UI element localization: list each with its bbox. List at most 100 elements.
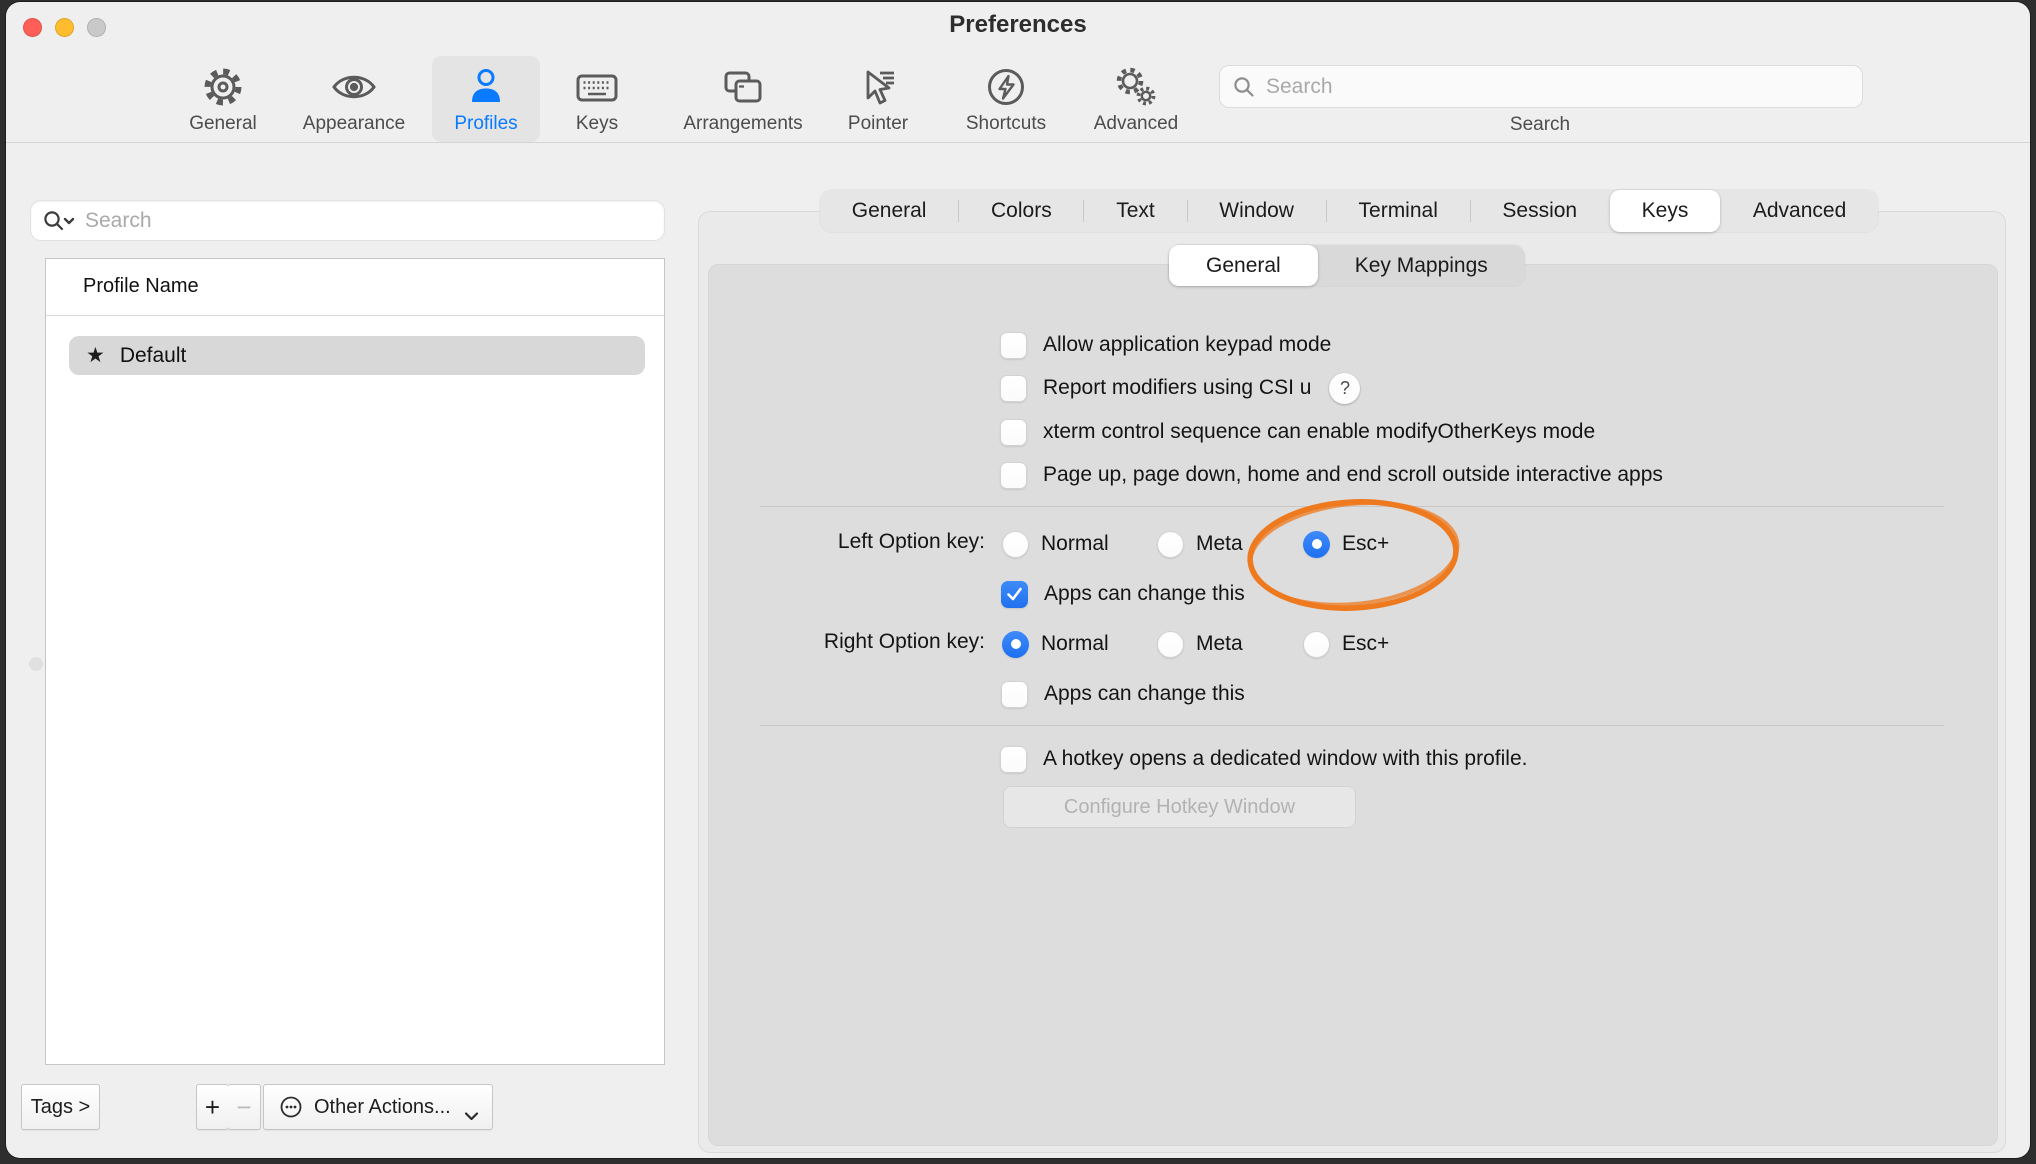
toolbar-search-field[interactable] bbox=[1219, 65, 1863, 108]
tab-keys[interactable]: Keys bbox=[1610, 190, 1720, 232]
person-icon bbox=[464, 63, 508, 111]
toolbar-item-arrangements[interactable]: Arrangements bbox=[663, 56, 823, 142]
radio-icon bbox=[1157, 531, 1184, 558]
keys-general-pane: Allow application keypad mode Report mod… bbox=[708, 264, 1998, 1146]
checkbox-label: Allow application keypad mode bbox=[1043, 333, 1331, 357]
toolbar-label: Appearance bbox=[303, 113, 405, 135]
checkbox-row: Apps can change this bbox=[1001, 680, 1245, 708]
tab-general[interactable]: General bbox=[820, 190, 958, 232]
toolbar-item-shortcuts[interactable]: Shortcuts bbox=[946, 56, 1066, 142]
profile-row-default[interactable]: ★ Default bbox=[69, 336, 645, 375]
section-divider bbox=[760, 506, 1944, 507]
checkbox-modifyotherkeys[interactable] bbox=[1000, 419, 1027, 446]
checkbox-page-scroll-outside[interactable] bbox=[1000, 462, 1027, 489]
profile-search-field[interactable] bbox=[30, 200, 665, 241]
lightning-icon bbox=[984, 63, 1028, 111]
toolbar-item-pointer[interactable]: Pointer bbox=[823, 56, 933, 142]
checkbox-left-apps-can-change[interactable] bbox=[1001, 581, 1028, 608]
minus-icon: − bbox=[236, 1092, 251, 1123]
window-title: Preferences bbox=[6, 11, 2030, 39]
tab-window[interactable]: Window bbox=[1188, 190, 1326, 232]
toolbar-label: Arrangements bbox=[683, 113, 802, 135]
checkbox-label: Report modifiers using CSI u bbox=[1043, 376, 1311, 400]
check-icon bbox=[1006, 587, 1023, 601]
toolbar-search-caption: Search bbox=[1440, 114, 1640, 136]
star-icon: ★ bbox=[86, 343, 105, 368]
chevron-down-icon bbox=[464, 1104, 479, 1127]
gears-icon bbox=[1113, 63, 1159, 111]
checkbox-row: xterm control sequence can enable modify… bbox=[1000, 418, 1595, 446]
toolbar-item-keys[interactable]: Keys bbox=[552, 56, 642, 142]
radio-left-normal[interactable]: Normal bbox=[1002, 530, 1109, 558]
add-profile-button[interactable]: + bbox=[196, 1084, 229, 1130]
plus-icon: + bbox=[205, 1092, 220, 1123]
toolbar-item-appearance[interactable]: Appearance bbox=[289, 56, 419, 142]
list-header-divider bbox=[46, 315, 664, 316]
tags-button-label: Tags > bbox=[31, 1096, 90, 1119]
toolbar-label: General bbox=[189, 113, 257, 135]
radio-icon bbox=[1002, 531, 1029, 558]
gear-icon bbox=[201, 63, 245, 111]
radio-label: Esc+ bbox=[1342, 632, 1389, 656]
radio-left-meta[interactable]: Meta bbox=[1157, 530, 1243, 558]
subtab-general[interactable]: General bbox=[1169, 245, 1318, 286]
toolbar-search-input[interactable] bbox=[1266, 75, 1850, 99]
profile-list-header: Profile Name bbox=[83, 275, 199, 298]
checkbox-report-csi-u[interactable] bbox=[1000, 375, 1027, 402]
radio-left-esc[interactable]: Esc+ bbox=[1303, 530, 1389, 558]
tab-text[interactable]: Text bbox=[1084, 190, 1186, 232]
checkbox-hotkey-window[interactable] bbox=[1000, 746, 1027, 773]
checkbox-row: Page up, page down, home and end scroll … bbox=[1000, 461, 1663, 489]
tags-button[interactable]: Tags > bbox=[21, 1084, 100, 1130]
checkbox-row: Apps can change this bbox=[1001, 580, 1245, 608]
section-divider bbox=[760, 725, 1944, 726]
profile-name: Default bbox=[120, 344, 187, 368]
radio-right-esc[interactable]: Esc+ bbox=[1303, 630, 1389, 658]
configure-hotkey-window-button[interactable]: Configure Hotkey Window bbox=[1003, 786, 1356, 828]
checkbox-label: xterm control sequence can enable modify… bbox=[1043, 420, 1595, 444]
checkbox-label: Apps can change this bbox=[1044, 682, 1245, 706]
left-option-key-label: Left Option key: bbox=[708, 530, 985, 554]
radio-icon bbox=[1303, 631, 1330, 658]
toolbar-label: Pointer bbox=[848, 113, 908, 135]
checkbox-label: Apps can change this bbox=[1044, 582, 1245, 606]
radio-icon bbox=[1303, 531, 1330, 558]
checkbox-row: A hotkey opens a dedicated window with t… bbox=[1000, 745, 1527, 773]
toolbar-label: Profiles bbox=[454, 113, 517, 135]
preferences-window: Preferences General Appearance bbox=[6, 2, 2030, 1158]
cursor-icon bbox=[856, 63, 900, 111]
tab-advanced[interactable]: Advanced bbox=[1721, 190, 1878, 232]
radio-right-meta[interactable]: Meta bbox=[1157, 630, 1243, 658]
checkbox-right-apps-can-change[interactable] bbox=[1001, 681, 1028, 708]
radio-label: Normal bbox=[1041, 632, 1109, 656]
toolbar-item-profiles[interactable]: Profiles bbox=[432, 56, 540, 142]
eye-icon bbox=[330, 63, 378, 111]
tab-colors[interactable]: Colors bbox=[959, 190, 1083, 232]
profile-search-input[interactable] bbox=[85, 209, 653, 233]
radio-label: Meta bbox=[1196, 532, 1243, 556]
radio-right-normal[interactable]: Normal bbox=[1002, 630, 1109, 658]
tab-terminal[interactable]: Terminal bbox=[1327, 190, 1470, 232]
windows-icon bbox=[720, 63, 766, 111]
toolbar-label: Advanced bbox=[1094, 113, 1179, 135]
checkbox-row: Report modifiers using CSI u ? bbox=[1000, 374, 1360, 402]
other-actions-dropdown[interactable]: Other Actions... bbox=[263, 1084, 493, 1130]
radio-label: Esc+ bbox=[1342, 532, 1389, 556]
radio-label: Meta bbox=[1196, 632, 1243, 656]
remove-profile-button[interactable]: − bbox=[228, 1084, 261, 1130]
tab-session[interactable]: Session bbox=[1471, 190, 1609, 232]
search-icon bbox=[1232, 75, 1256, 99]
checkbox-row: Allow application keypad mode bbox=[1000, 331, 1331, 359]
keys-subtab-strip: General Key Mappings bbox=[1169, 245, 1525, 286]
radio-icon bbox=[1002, 631, 1029, 658]
left-edge-dot bbox=[29, 657, 43, 671]
subtab-key-mappings[interactable]: Key Mappings bbox=[1318, 245, 1525, 286]
profile-list: Profile Name ★ Default bbox=[45, 258, 665, 1065]
toolbar-item-advanced[interactable]: Advanced bbox=[1076, 56, 1196, 142]
toolbar-item-general[interactable]: General bbox=[173, 56, 273, 142]
ellipsis-circle-icon bbox=[278, 1094, 304, 1120]
help-button[interactable]: ? bbox=[1329, 373, 1360, 404]
checkbox-allow-keypad-mode[interactable] bbox=[1000, 332, 1027, 359]
checkbox-label: Page up, page down, home and end scroll … bbox=[1043, 463, 1663, 487]
keyboard-icon bbox=[574, 63, 620, 111]
